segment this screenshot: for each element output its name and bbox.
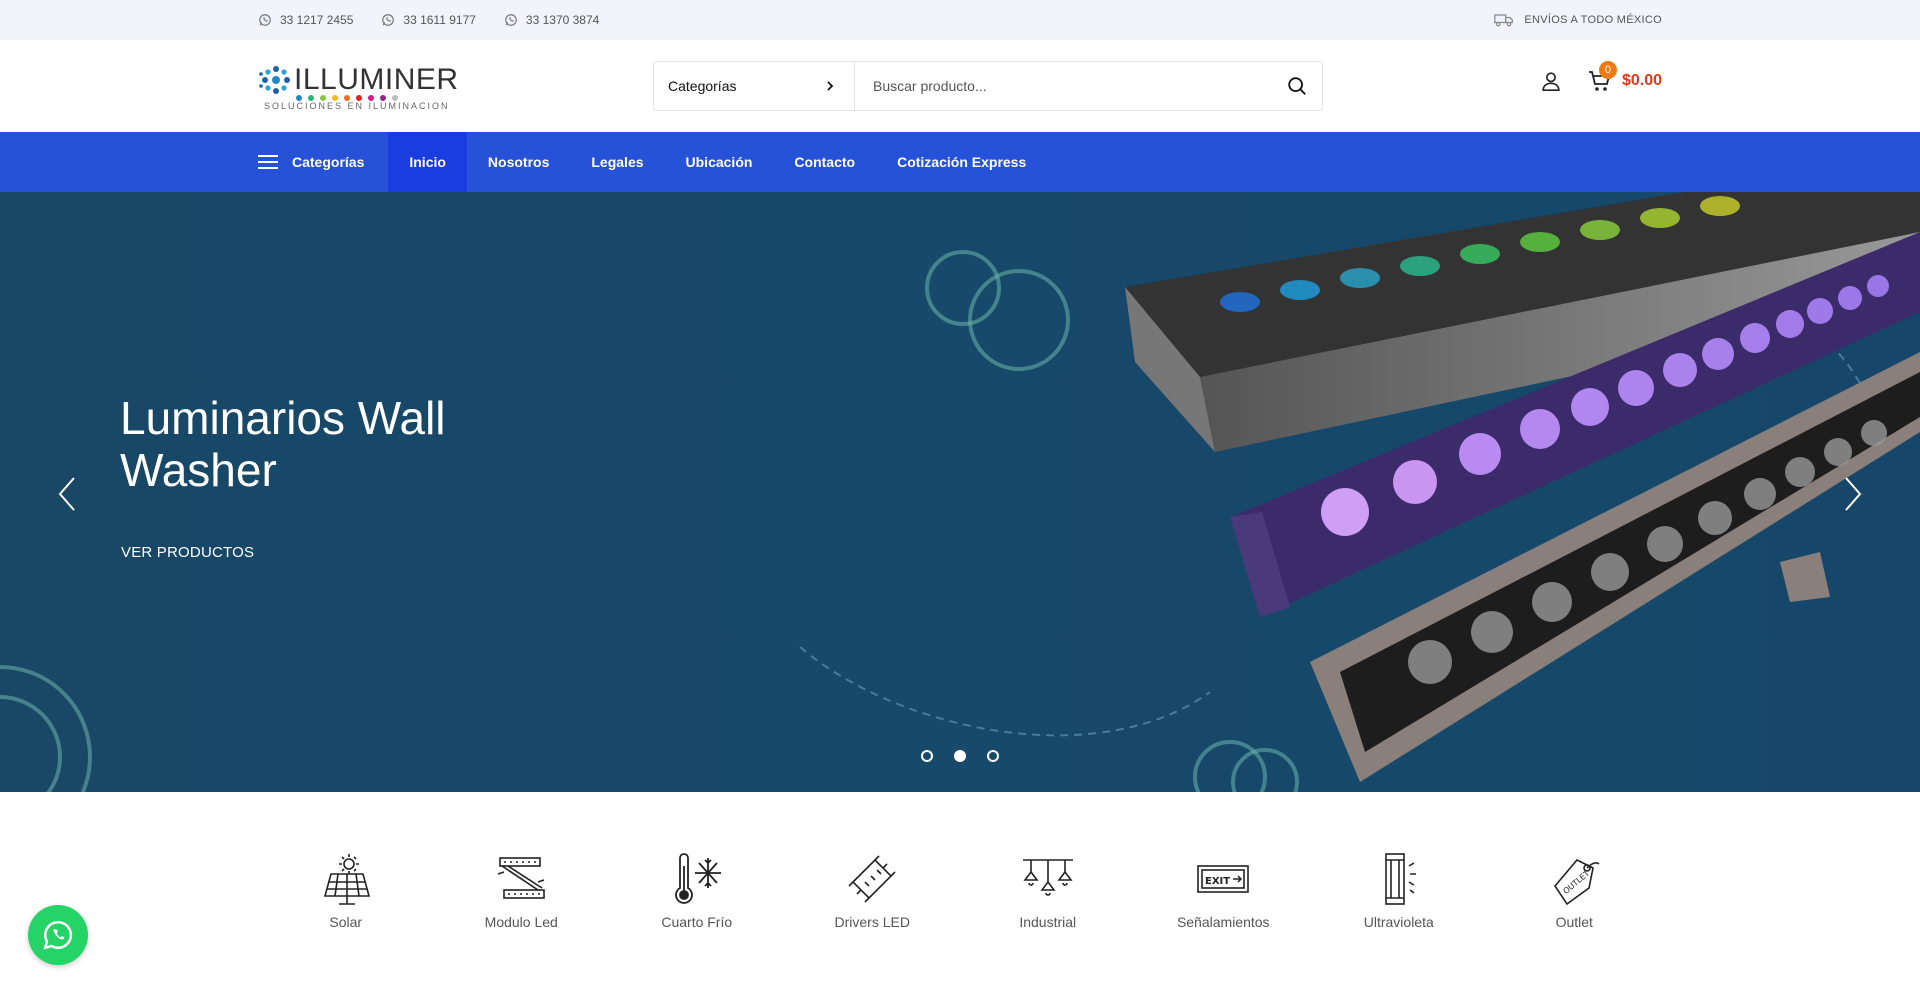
- category-industrial[interactable]: Industrial: [960, 852, 1136, 952]
- whatsapp-icon: [382, 14, 395, 26]
- nav-item-ubicacion[interactable]: Ubicación: [665, 132, 774, 192]
- category-senalamientos[interactable]: EXIT Señalamientos: [1136, 852, 1312, 952]
- user-icon: [1542, 72, 1560, 91]
- category-select[interactable]: Categorías: [654, 62, 855, 110]
- nav-categories-label: Categorías: [292, 154, 365, 170]
- category-solar[interactable]: Solar: [258, 852, 434, 952]
- nav-item-legales[interactable]: Legales: [570, 132, 664, 192]
- hero-cta-link[interactable]: VER PRODUCTOS: [121, 544, 254, 561]
- shipping-notice: ENVÍOS A TODO MÉXICO: [1494, 13, 1662, 27]
- logo-mark-icon: [259, 66, 290, 94]
- nav-categories-toggle[interactable]: Categorías: [258, 132, 388, 192]
- slider-dot-1[interactable]: [921, 750, 933, 762]
- slider-dot-2[interactable]: [954, 750, 966, 762]
- slider-pagination: [921, 750, 999, 762]
- cart-count-badge: 0: [1598, 61, 1617, 79]
- led-module-icon: [497, 857, 546, 899]
- thermometer-snowflake-icon: [674, 853, 721, 904]
- nav-item-nosotros[interactable]: Nosotros: [467, 132, 570, 192]
- slider-prev-arrow-icon[interactable]: [56, 474, 80, 514]
- industrial-lamp-icon: [1022, 859, 1073, 896]
- search-icon: [1288, 77, 1306, 95]
- slider-dot-3[interactable]: [987, 750, 999, 762]
- header-actions: 0 $0.00: [1540, 61, 1662, 93]
- whatsapp-icon: [259, 14, 271, 26]
- whatsapp-icon: [43, 920, 73, 950]
- whatsapp-icon: [505, 14, 517, 26]
- category-label: Solar: [329, 914, 363, 930]
- nav-item-inicio[interactable]: Inicio: [388, 132, 467, 192]
- phone-link-1[interactable]: 33 1217 2455: [258, 13, 353, 27]
- search-button[interactable]: [1272, 62, 1322, 110]
- search-input[interactable]: [855, 62, 1272, 110]
- phone-link-3[interactable]: 33 1370 3874: [504, 13, 599, 27]
- exit-sign-icon: EXIT: [1197, 865, 1250, 893]
- category-label: Cuarto Frío: [661, 914, 733, 930]
- category-label: Industrial: [1019, 914, 1077, 930]
- hero-slider: Luminarios Wall Washer VER PRODUCTOS: [0, 192, 1920, 792]
- main-nav: Categorías Inicio Nosotros Legales Ubica…: [0, 132, 1920, 192]
- category-cuarto-frio[interactable]: Cuarto Frío: [609, 852, 785, 952]
- phone-number: 33 1611 9177: [403, 13, 476, 27]
- phone-number: 33 1217 2455: [280, 13, 354, 27]
- hero-title: Luminarios Wall Washer: [120, 392, 446, 496]
- category-label: Modulo Led: [484, 914, 558, 930]
- nav-item-cotizacion[interactable]: Cotización Express: [876, 132, 1047, 192]
- site-logo[interactable]: ILLUMINER SOLUCIONES EN ILUMINACION: [258, 62, 458, 112]
- whatsapp-float-button[interactable]: [28, 905, 88, 965]
- site-header: ILLUMINER SOLUCIONES EN ILUMINACION Cate…: [0, 40, 1920, 132]
- svg-text:EXIT: EXIT: [1205, 876, 1230, 887]
- slider-next-arrow-icon[interactable]: [1840, 474, 1864, 514]
- search-bar: Categorías: [653, 61, 1323, 111]
- truck-icon: [1494, 14, 1514, 27]
- led-driver-icon: [848, 855, 896, 903]
- category-label: Ultravioleta: [1363, 914, 1434, 930]
- brand-tagline: SOLUCIONES EN ILUMINACION: [264, 101, 450, 111]
- category-label: Drivers LED: [834, 914, 910, 930]
- brand-name: ILLUMINER: [294, 63, 459, 96]
- nav-item-contacto[interactable]: Contacto: [773, 132, 876, 192]
- uv-tube-icon: [1384, 853, 1416, 905]
- phone-link-2[interactable]: 33 1611 9177: [381, 13, 476, 27]
- category-modulo-led[interactable]: Modulo Led: [434, 852, 610, 952]
- category-outlet[interactable]: OUTLET Outlet: [1487, 852, 1663, 952]
- phone-number: 33 1370 3874: [525, 13, 600, 27]
- shipping-text: ENVÍOS A TODO MÉXICO: [1524, 14, 1662, 26]
- category-drivers-led[interactable]: Drivers LED: [785, 852, 961, 952]
- category-strip: Solar Modulo Led Cuarto Frío Drivers LED…: [258, 852, 1662, 952]
- category-ultravioleta[interactable]: Ultravioleta: [1311, 852, 1487, 952]
- category-select-label: Categorías: [668, 78, 737, 94]
- top-bar: 33 1217 2455 33 1611 9177 33 1370 3874 E…: [0, 0, 1920, 40]
- category-label: Señalamientos: [1176, 914, 1270, 930]
- solar-panel-icon: [323, 854, 370, 905]
- cart-button[interactable]: 0 $0.00: [1588, 61, 1662, 93]
- category-label: Outlet: [1555, 914, 1593, 930]
- phone-list: 33 1217 2455 33 1611 9177 33 1370 3874: [258, 13, 599, 27]
- chevron-right-icon: [827, 81, 834, 91]
- outlet-tag-icon: OUTLET: [1554, 859, 1600, 906]
- cart-total: $0.00: [1621, 72, 1662, 89]
- account-button[interactable]: [1540, 70, 1562, 92]
- hamburger-icon: [258, 155, 278, 169]
